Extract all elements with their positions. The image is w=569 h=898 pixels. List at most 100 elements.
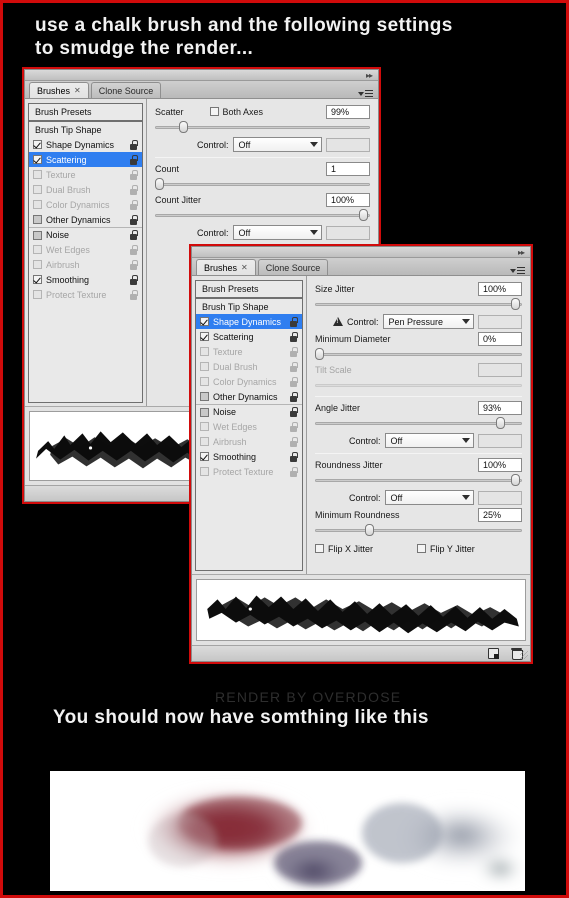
count-jitter-slider[interactable]	[155, 209, 370, 221]
count-control-select[interactable]: Off	[232, 225, 322, 240]
lock-closed-icon[interactable]	[289, 421, 298, 432]
brush-options-list[interactable]: Brush Presets Brush Tip Shape Shape Dynam…	[192, 276, 307, 574]
option-checkbox[interactable]	[33, 230, 42, 240]
resize-grip-icon[interactable]	[520, 651, 528, 659]
lock-closed-icon[interactable]	[129, 199, 138, 210]
count-slider[interactable]	[155, 178, 370, 190]
option-checkbox[interactable]	[200, 437, 209, 446]
list-item[interactable]: Smoothing	[29, 272, 142, 287]
roundness-control-extra-input[interactable]	[478, 490, 522, 505]
count-value-input[interactable]: 1	[326, 161, 370, 176]
list-item[interactable]: Other Dynamics	[29, 212, 142, 227]
list-item[interactable]: Airbrush	[196, 434, 302, 449]
list-item[interactable]: Other Dynamics	[196, 389, 302, 404]
list-item[interactable]: Color Dynamics	[29, 197, 142, 212]
roundness-jitter-slider[interactable]	[315, 474, 522, 486]
flip-x-jitter-checkbox[interactable]	[315, 544, 324, 553]
scatter-value-input[interactable]: 99%	[326, 104, 370, 119]
list-item[interactable]: Smoothing	[196, 449, 302, 464]
count-jitter-slider-knob[interactable]	[358, 209, 368, 221]
flip-x-jitter-control[interactable]: Flip X Jitter	[315, 544, 373, 554]
both-axes-checkbox[interactable]	[209, 107, 219, 116]
option-checkbox[interactable]	[33, 275, 42, 284]
minimum-roundness-slider-knob[interactable]	[364, 524, 374, 536]
panel-menu-icon[interactable]	[358, 90, 373, 97]
lock-open-icon[interactable]	[129, 139, 138, 150]
list-item[interactable]: Wet Edges	[196, 419, 302, 434]
list-item[interactable]: Dual Brush	[196, 359, 302, 374]
count-slider-knob[interactable]	[155, 178, 164, 190]
lock-closed-icon[interactable]	[129, 289, 138, 300]
scatter-slider[interactable]	[155, 121, 370, 133]
flip-y-jitter-control[interactable]: Flip Y Jitter	[417, 544, 475, 554]
option-checkbox[interactable]	[200, 407, 209, 417]
count-jitter-value-input[interactable]: 100%	[326, 192, 370, 207]
lock-closed-icon[interactable]	[289, 361, 298, 372]
list-item[interactable]: Scattering	[29, 152, 142, 167]
tab-brushes[interactable]: Brushes ✕	[196, 259, 256, 275]
lock-closed-icon[interactable]	[129, 259, 138, 270]
option-checkbox[interactable]	[33, 155, 42, 164]
new-brush-icon[interactable]	[488, 648, 499, 659]
list-item[interactable]: Brush Tip Shape	[196, 299, 302, 314]
lock-open-icon[interactable]	[129, 230, 138, 240]
list-item[interactable]: Protect Texture	[196, 464, 302, 479]
brushes-panel-shape-dynamics[interactable]: ▸▸ Brushes ✕ Clone Source Brush Presets …	[189, 244, 533, 664]
option-checkbox[interactable]	[200, 467, 209, 476]
lock-open-icon[interactable]	[289, 391, 298, 402]
list-item[interactable]: Texture	[29, 167, 142, 182]
minimum-diameter-slider[interactable]	[315, 348, 522, 360]
close-icon[interactable]: ✕	[74, 86, 81, 95]
option-checkbox[interactable]	[33, 170, 42, 179]
panel-titlebar[interactable]: ▸▸	[192, 247, 530, 258]
list-item[interactable]: Color Dynamics	[196, 374, 302, 389]
option-checkbox[interactable]	[33, 185, 42, 194]
lock-closed-icon[interactable]	[129, 244, 138, 255]
option-checkbox[interactable]	[200, 317, 209, 326]
angle-jitter-slider[interactable]	[315, 417, 522, 429]
option-checkbox[interactable]	[200, 332, 209, 341]
lock-open-icon[interactable]	[129, 154, 138, 165]
lock-closed-icon[interactable]	[289, 376, 298, 387]
lock-closed-icon[interactable]	[289, 466, 298, 477]
count-control-extra-input[interactable]	[326, 225, 370, 240]
list-item[interactable]: Brush Tip Shape	[29, 122, 142, 137]
lock-open-icon[interactable]	[289, 451, 298, 462]
brush-presets-item[interactable]: Brush Presets	[29, 104, 142, 122]
tab-brushes[interactable]: Brushes ✕	[29, 82, 89, 98]
panel-menu-icon[interactable]	[510, 267, 525, 274]
list-item[interactable]: Scattering	[196, 329, 302, 344]
collapse-arrows-icon[interactable]: ▸▸	[518, 248, 525, 257]
option-checkbox[interactable]	[33, 215, 42, 224]
list-item[interactable]: Wet Edges	[29, 242, 142, 257]
minimum-diameter-slider-knob[interactable]	[315, 348, 324, 360]
brush-options-list[interactable]: Brush Presets Brush Tip Shape Shape Dynam…	[25, 99, 147, 406]
size-control-select[interactable]: Pen Pressure	[382, 314, 474, 329]
lock-open-icon[interactable]	[289, 407, 298, 417]
tab-clone-source[interactable]: Clone Source	[90, 82, 162, 98]
option-checkbox[interactable]	[200, 452, 209, 461]
roundness-jitter-slider-knob[interactable]	[510, 474, 520, 486]
lock-closed-icon[interactable]	[129, 169, 138, 180]
lock-open-icon[interactable]	[129, 214, 138, 225]
option-checkbox[interactable]	[200, 362, 209, 371]
angle-jitter-value-input[interactable]: 93%	[478, 400, 522, 415]
list-item[interactable]: Texture	[196, 344, 302, 359]
lock-closed-icon[interactable]	[289, 346, 298, 357]
list-item[interactable]: Shape Dynamics	[29, 137, 142, 152]
size-jitter-slider-knob[interactable]	[510, 298, 520, 310]
scatter-slider-knob[interactable]	[178, 121, 188, 133]
list-item[interactable]: Noise	[196, 404, 302, 419]
size-control-extra-input[interactable]	[478, 314, 522, 329]
option-checkbox[interactable]	[33, 200, 42, 209]
close-icon[interactable]: ✕	[241, 263, 248, 272]
lock-open-icon[interactable]	[129, 274, 138, 285]
scatter-control-extra-input[interactable]	[326, 137, 370, 152]
option-checkbox[interactable]	[33, 260, 42, 269]
lock-closed-icon[interactable]	[289, 436, 298, 447]
lock-closed-icon[interactable]	[129, 184, 138, 195]
angle-control-select[interactable]: Off	[384, 433, 474, 448]
option-checkbox[interactable]	[200, 347, 209, 356]
brush-presets-item[interactable]: Brush Presets	[196, 281, 302, 299]
option-checkbox[interactable]	[200, 392, 209, 401]
